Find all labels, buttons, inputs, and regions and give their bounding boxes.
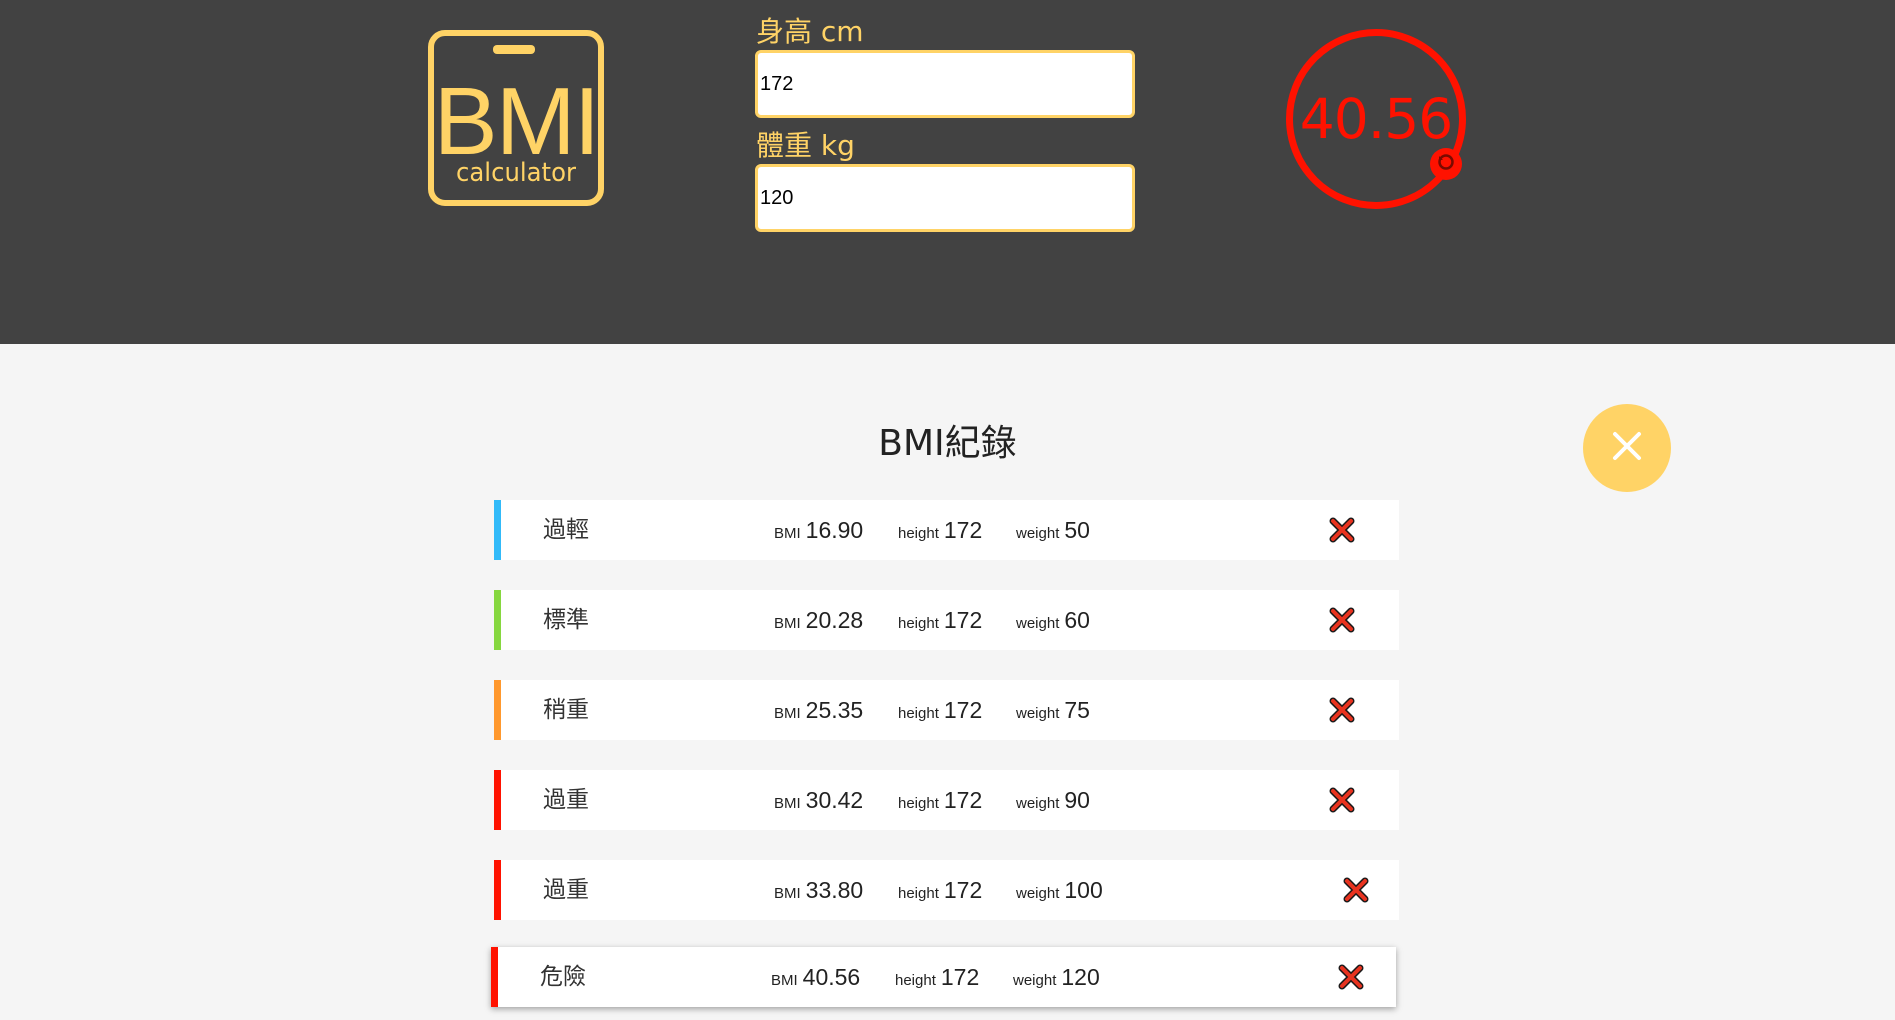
reset-button[interactable] [1430,148,1462,180]
record-bmi-value: 25.35 [805,697,864,723]
record-height: height 172 [898,860,982,924]
record-weight: weight 50 [1016,500,1090,564]
record-weight-value: 120 [1061,964,1100,990]
bmi-logo: BMI calculator [427,29,605,207]
record-weight: weight 100 [1016,860,1103,924]
record-height-key: height [898,615,939,632]
record-weight-value: 90 [1064,787,1090,813]
record-bmi: BMI 16.90 [774,500,863,564]
record-row: 過重 BMI 30.42 height 172 weight 90 [494,770,1399,830]
record-row: 過輕 BMI 16.90 height 172 weight 50 [494,500,1399,560]
record-bmi-value: 16.90 [805,517,864,543]
record-weight-key: weight [1013,972,1057,989]
record-weight: weight 60 [1016,590,1090,654]
record-weight: weight 75 [1016,680,1090,744]
record-height-value: 172 [943,517,983,543]
record-bmi-key: BMI [774,885,801,902]
record-height-value: 172 [943,607,983,633]
record-status: 稍重 [543,697,589,723]
record-bmi-value: 20.28 [805,607,864,633]
record-weight-key: weight [1016,705,1060,722]
record-weight: weight 120 [1013,947,1100,1011]
height-label: 身高 cm [756,15,864,48]
record-height: height 172 [898,770,982,834]
delete-x-icon[interactable] [1343,877,1369,903]
record-height-key: height [898,885,939,902]
delete-x-icon[interactable] [1329,517,1355,543]
record-bmi-value: 40.56 [802,964,861,990]
record-bmi-key: BMI [774,615,801,632]
delete-x-icon[interactable] [1329,787,1355,813]
record-bmi: BMI 25.35 [774,680,863,744]
header: BMI calculator 身高 cm 體重 kg 40.56 [0,0,1895,344]
reset-icon [1435,151,1457,177]
record-status: 標準 [543,607,589,633]
record-status: 過重 [543,877,589,903]
record-height-value: 172 [943,877,983,903]
bmi-result-value: 40.56 [1299,87,1453,151]
record-height-key: height [898,705,939,722]
record-bmi-key: BMI [774,795,801,812]
delete-x-icon[interactable] [1338,964,1364,990]
close-icon [1612,431,1642,465]
record-height-key: height [895,972,936,989]
record-bmi-value: 33.80 [805,877,864,903]
delete-x-icon[interactable] [1329,697,1355,723]
record-height-value: 172 [940,964,980,990]
record-status: 危險 [540,964,586,990]
record-row: 過重 BMI 33.80 height 172 weight 100 [494,860,1399,920]
record-height-key: height [898,525,939,542]
record-bmi-value: 30.42 [805,787,864,813]
record-weight-value: 100 [1064,877,1103,903]
close-button[interactable] [1583,404,1671,492]
record-weight-value: 50 [1064,517,1090,543]
record-height-key: height [898,795,939,812]
record-weight-key: weight [1016,615,1060,632]
record-weight-key: weight [1016,885,1060,902]
record-height: height 172 [898,590,982,654]
record-bmi: BMI 33.80 [774,860,863,924]
record-bmi: BMI 30.42 [774,770,863,834]
record-height: height 172 [898,680,982,744]
record-bmi-key: BMI [774,525,801,542]
record-bmi-key: BMI [771,972,798,989]
svg-text:calculator: calculator [456,158,576,188]
record-row: 危險 BMI 40.56 height 172 weight 120 [491,947,1396,1007]
height-input[interactable] [755,50,1135,118]
record-height: height 172 [895,947,979,1011]
record-bmi: BMI 40.56 [771,947,860,1011]
record-weight: weight 90 [1016,770,1090,834]
record-height-value: 172 [943,787,983,813]
record-height: height 172 [898,500,982,564]
record-row: 稍重 BMI 25.35 height 172 weight 75 [494,680,1399,740]
delete-x-icon[interactable] [1329,607,1355,633]
record-bmi: BMI 20.28 [774,590,863,654]
record-weight-value: 60 [1064,607,1090,633]
record-status: 過輕 [543,517,589,543]
record-weight-value: 75 [1064,697,1090,723]
record-height-value: 172 [943,697,983,723]
record-status: 過重 [543,787,589,813]
bmi-result-circle: 40.56 [1286,29,1466,209]
weight-input[interactable] [755,164,1135,232]
weight-label: 體重 kg [756,129,855,162]
record-bmi-key: BMI [774,705,801,722]
record-weight-key: weight [1016,525,1060,542]
record-row: 標準 BMI 20.28 height 172 weight 60 [494,590,1399,650]
record-weight-key: weight [1016,795,1060,812]
